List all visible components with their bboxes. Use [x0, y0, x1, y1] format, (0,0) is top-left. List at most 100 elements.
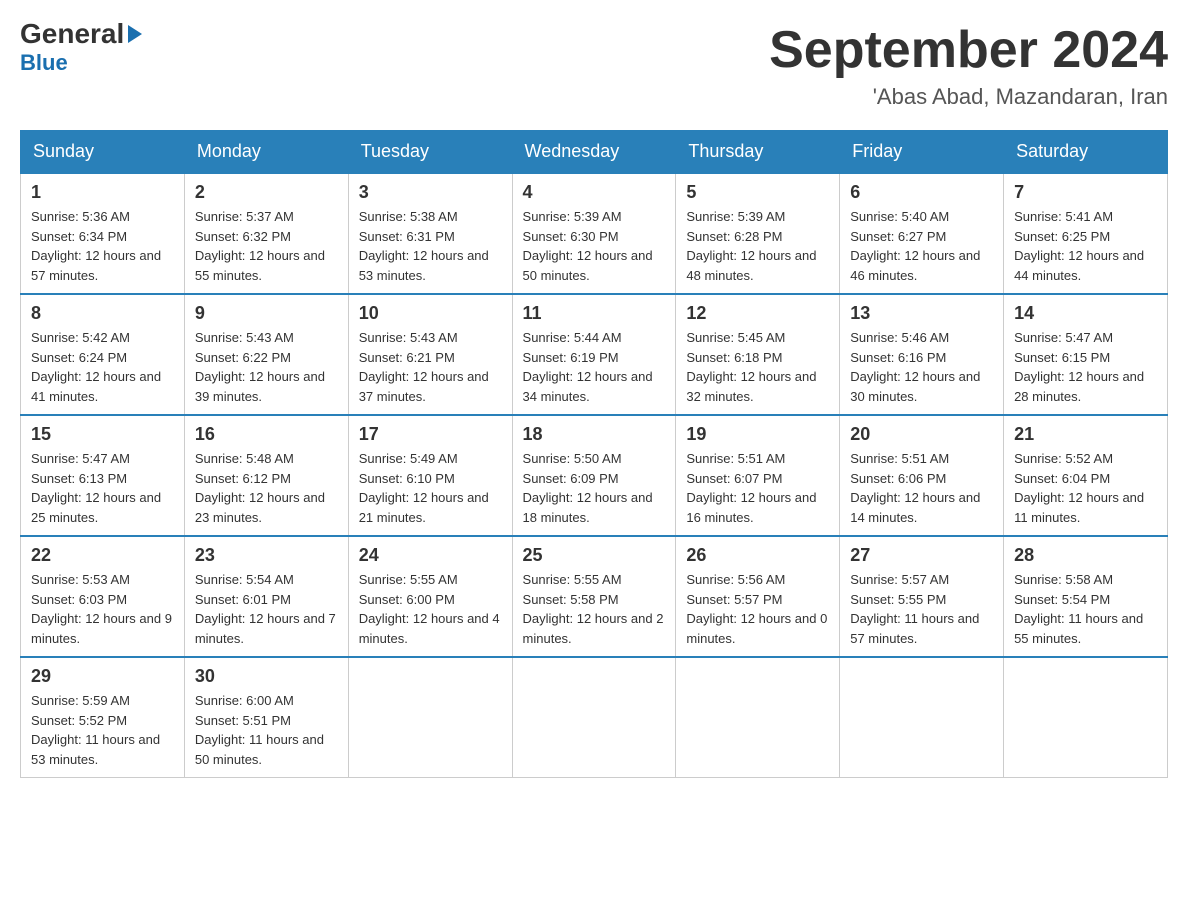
empty-cell	[840, 657, 1004, 778]
day-header-sunday: Sunday	[21, 131, 185, 174]
week-row-2: 8 Sunrise: 5:42 AMSunset: 6:24 PMDaylight…	[21, 294, 1168, 415]
day-info-28: Sunrise: 5:58 AMSunset: 5:54 PMDaylight:…	[1014, 570, 1157, 648]
day-cell-10: 10 Sunrise: 5:43 AMSunset: 6:21 PMDayligh…	[348, 294, 512, 415]
day-number-20: 20	[850, 424, 993, 445]
day-number-27: 27	[850, 545, 993, 566]
day-header-tuesday: Tuesday	[348, 131, 512, 174]
day-number-17: 17	[359, 424, 502, 445]
day-number-7: 7	[1014, 182, 1157, 203]
day-info-20: Sunrise: 5:51 AMSunset: 6:06 PMDaylight:…	[850, 449, 993, 527]
day-number-4: 4	[523, 182, 666, 203]
day-number-23: 23	[195, 545, 338, 566]
day-cell-17: 17 Sunrise: 5:49 AMSunset: 6:10 PMDayligh…	[348, 415, 512, 536]
day-cell-19: 19 Sunrise: 5:51 AMSunset: 6:07 PMDayligh…	[676, 415, 840, 536]
day-number-24: 24	[359, 545, 502, 566]
day-cell-18: 18 Sunrise: 5:50 AMSunset: 6:09 PMDayligh…	[512, 415, 676, 536]
day-info-19: Sunrise: 5:51 AMSunset: 6:07 PMDaylight:…	[686, 449, 829, 527]
day-info-9: Sunrise: 5:43 AMSunset: 6:22 PMDaylight:…	[195, 328, 338, 406]
day-cell-3: 3 Sunrise: 5:38 AMSunset: 6:31 PMDaylight…	[348, 173, 512, 294]
day-cell-11: 11 Sunrise: 5:44 AMSunset: 6:19 PMDayligh…	[512, 294, 676, 415]
day-number-30: 30	[195, 666, 338, 687]
day-info-8: Sunrise: 5:42 AMSunset: 6:24 PMDaylight:…	[31, 328, 174, 406]
day-cell-21: 21 Sunrise: 5:52 AMSunset: 6:04 PMDayligh…	[1004, 415, 1168, 536]
day-info-24: Sunrise: 5:55 AMSunset: 6:00 PMDaylight:…	[359, 570, 502, 648]
day-number-26: 26	[686, 545, 829, 566]
day-number-29: 29	[31, 666, 174, 687]
day-number-1: 1	[31, 182, 174, 203]
day-cell-13: 13Sunrise: 5:46 AMSunset: 6:16 PMDayligh…	[840, 294, 1004, 415]
title-area: September 2024 'Abas Abad, Mazandaran, I…	[769, 20, 1168, 110]
calendar-table: SundayMondayTuesdayWednesdayThursdayFrid…	[20, 130, 1168, 778]
days-header-row: SundayMondayTuesdayWednesdayThursdayFrid…	[21, 131, 1168, 174]
day-cell-4: 4Sunrise: 5:39 AMSunset: 6:30 PMDaylight…	[512, 173, 676, 294]
day-number-11: 11	[523, 303, 666, 324]
day-cell-30: 30 Sunrise: 6:00 AMSunset: 5:51 PMDayligh…	[184, 657, 348, 778]
day-cell-22: 22 Sunrise: 5:53 AMSunset: 6:03 PMDayligh…	[21, 536, 185, 657]
empty-cell	[348, 657, 512, 778]
day-header-friday: Friday	[840, 131, 1004, 174]
day-header-saturday: Saturday	[1004, 131, 1168, 174]
day-cell-20: 20 Sunrise: 5:51 AMSunset: 6:06 PMDayligh…	[840, 415, 1004, 536]
day-info-26: Sunrise: 5:56 AMSunset: 5:57 PMDaylight:…	[686, 570, 829, 648]
day-number-19: 19	[686, 424, 829, 445]
day-info-15: Sunrise: 5:47 AMSunset: 6:13 PMDaylight:…	[31, 449, 174, 527]
day-header-monday: Monday	[184, 131, 348, 174]
logo: General Blue	[20, 20, 142, 76]
day-info-17: Sunrise: 5:49 AMSunset: 6:10 PMDaylight:…	[359, 449, 502, 527]
day-info-27: Sunrise: 5:57 AMSunset: 5:55 PMDaylight:…	[850, 570, 993, 648]
day-info-14: Sunrise: 5:47 AMSunset: 6:15 PMDaylight:…	[1014, 328, 1157, 406]
calendar-title: September 2024	[769, 20, 1168, 80]
day-cell-28: 28 Sunrise: 5:58 AMSunset: 5:54 PMDayligh…	[1004, 536, 1168, 657]
calendar-subtitle: 'Abas Abad, Mazandaran, Iran	[769, 84, 1168, 110]
day-info-10: Sunrise: 5:43 AMSunset: 6:21 PMDaylight:…	[359, 328, 502, 406]
day-cell-15: 15 Sunrise: 5:47 AMSunset: 6:13 PMDayligh…	[21, 415, 185, 536]
day-info-2: Sunrise: 5:37 AMSunset: 6:32 PMDaylight:…	[195, 207, 338, 285]
day-number-2: 2	[195, 182, 338, 203]
day-number-25: 25	[523, 545, 666, 566]
day-cell-25: 25 Sunrise: 5:55 AMSunset: 5:58 PMDayligh…	[512, 536, 676, 657]
day-info-22: Sunrise: 5:53 AMSunset: 6:03 PMDaylight:…	[31, 570, 174, 648]
week-row-3: 15 Sunrise: 5:47 AMSunset: 6:13 PMDayligh…	[21, 415, 1168, 536]
day-cell-12: 12Sunrise: 5:45 AMSunset: 6:18 PMDayligh…	[676, 294, 840, 415]
day-cell-7: 7 Sunrise: 5:41 AMSunset: 6:25 PMDaylight…	[1004, 173, 1168, 294]
day-number-14: 14	[1014, 303, 1157, 324]
day-info-21: Sunrise: 5:52 AMSunset: 6:04 PMDaylight:…	[1014, 449, 1157, 527]
day-number-3: 3	[359, 182, 502, 203]
day-cell-1: 1Sunrise: 5:36 AMSunset: 6:34 PMDaylight…	[21, 173, 185, 294]
day-info-18: Sunrise: 5:50 AMSunset: 6:09 PMDaylight:…	[523, 449, 666, 527]
day-info-11: Sunrise: 5:44 AMSunset: 6:19 PMDaylight:…	[523, 328, 666, 406]
page-header: General Blue September 2024 'Abas Abad, …	[20, 20, 1168, 110]
day-info-6: Sunrise: 5:40 AMSunset: 6:27 PMDaylight:…	[850, 207, 993, 285]
day-cell-16: 16Sunrise: 5:48 AMSunset: 6:12 PMDayligh…	[184, 415, 348, 536]
day-cell-2: 2 Sunrise: 5:37 AMSunset: 6:32 PMDaylight…	[184, 173, 348, 294]
day-cell-27: 27 Sunrise: 5:57 AMSunset: 5:55 PMDayligh…	[840, 536, 1004, 657]
day-number-15: 15	[31, 424, 174, 445]
day-cell-6: 6 Sunrise: 5:40 AMSunset: 6:27 PMDaylight…	[840, 173, 1004, 294]
week-row-1: 1Sunrise: 5:36 AMSunset: 6:34 PMDaylight…	[21, 173, 1168, 294]
day-number-8: 8	[31, 303, 174, 324]
day-info-5: Sunrise: 5:39 AMSunset: 6:28 PMDaylight:…	[686, 207, 829, 285]
empty-cell	[676, 657, 840, 778]
day-cell-26: 26 Sunrise: 5:56 AMSunset: 5:57 PMDayligh…	[676, 536, 840, 657]
day-info-30: Sunrise: 6:00 AMSunset: 5:51 PMDaylight:…	[195, 691, 338, 769]
week-row-4: 22 Sunrise: 5:53 AMSunset: 6:03 PMDayligh…	[21, 536, 1168, 657]
day-cell-5: 5Sunrise: 5:39 AMSunset: 6:28 PMDaylight…	[676, 173, 840, 294]
day-number-18: 18	[523, 424, 666, 445]
day-number-12: 12	[686, 303, 829, 324]
day-cell-24: 24 Sunrise: 5:55 AMSunset: 6:00 PMDayligh…	[348, 536, 512, 657]
day-number-9: 9	[195, 303, 338, 324]
day-cell-8: 8 Sunrise: 5:42 AMSunset: 6:24 PMDaylight…	[21, 294, 185, 415]
day-number-10: 10	[359, 303, 502, 324]
day-cell-23: 23Sunrise: 5:54 AMSunset: 6:01 PMDayligh…	[184, 536, 348, 657]
day-cell-14: 14 Sunrise: 5:47 AMSunset: 6:15 PMDayligh…	[1004, 294, 1168, 415]
day-number-21: 21	[1014, 424, 1157, 445]
day-number-16: 16	[195, 424, 338, 445]
day-info-7: Sunrise: 5:41 AMSunset: 6:25 PMDaylight:…	[1014, 207, 1157, 285]
day-info-25: Sunrise: 5:55 AMSunset: 5:58 PMDaylight:…	[523, 570, 666, 648]
logo-arrow-icon	[128, 25, 142, 43]
day-info-3: Sunrise: 5:38 AMSunset: 6:31 PMDaylight:…	[359, 207, 502, 285]
day-number-28: 28	[1014, 545, 1157, 566]
day-number-22: 22	[31, 545, 174, 566]
logo-blue: Blue	[20, 50, 68, 76]
day-number-6: 6	[850, 182, 993, 203]
